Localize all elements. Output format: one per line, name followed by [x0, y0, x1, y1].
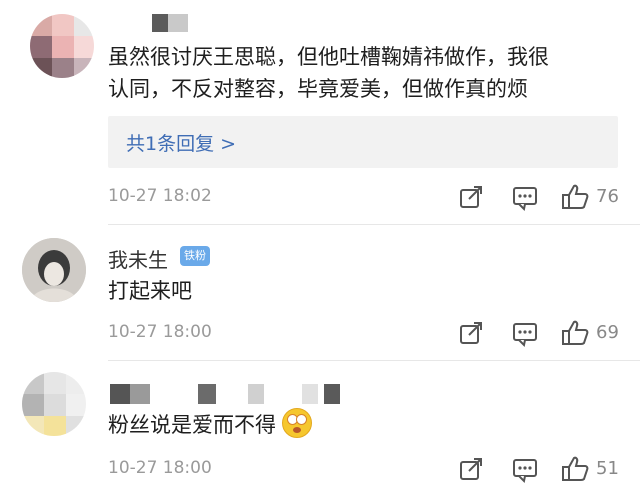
divider	[108, 224, 640, 225]
divider	[108, 360, 640, 361]
comment-item: 粉丝说是爱而不得 10-27 18:00 51	[0, 362, 640, 486]
thumbs-up-icon[interactable]	[560, 318, 590, 348]
share-icon[interactable]	[456, 182, 486, 212]
view-replies-link[interactable]: 共1条回复 >	[126, 129, 236, 156]
fan-badge: 铁粉	[180, 246, 210, 266]
comment-text-line-1: 虽然很讨厌王思聪，但他吐槽鞠婧祎做作，我很	[108, 45, 549, 69]
like-count: 69	[596, 322, 619, 343]
like-count: 51	[596, 458, 619, 479]
reply-box[interactable]: 共1条回复 >	[108, 116, 618, 168]
comment-time: 10-27 18:00	[108, 322, 212, 342]
astonished-face-emoji	[282, 408, 312, 438]
comment-text: 粉丝说是爱而不得	[108, 408, 312, 442]
comment-text-content: 粉丝说是爱而不得	[108, 413, 276, 437]
comment-text-line-2: 认同，不反对整容，毕竟爱美，但做作真的烦	[108, 77, 528, 101]
comment-icon[interactable]	[510, 182, 540, 212]
comment-text: 打起来吧	[108, 279, 192, 303]
avatar[interactable]	[22, 238, 86, 302]
comment-icon[interactable]	[510, 454, 540, 484]
blurred-username	[110, 384, 350, 404]
comment-time: 10-27 18:00	[108, 458, 212, 478]
avatar[interactable]	[22, 372, 86, 436]
thumbs-up-icon[interactable]	[560, 182, 590, 212]
comment-icon[interactable]	[510, 318, 540, 348]
blurred-username	[152, 14, 188, 32]
comment-item: 虽然很讨厌王思聪，但他吐槽鞠婧祎做作，我很 认同，不反对整容，毕竟爱美，但做作真…	[0, 0, 640, 226]
share-icon[interactable]	[456, 454, 486, 484]
comment-item: 我未生 铁粉 打起来吧 10-27 18:00 69	[0, 226, 640, 360]
avatar[interactable]	[30, 14, 94, 78]
share-icon[interactable]	[456, 318, 486, 348]
person-silhouette-icon	[22, 238, 86, 302]
username[interactable]: 我未生	[108, 244, 168, 273]
thumbs-up-icon[interactable]	[560, 454, 590, 484]
comment-time: 10-27 18:02	[108, 186, 212, 206]
like-count: 76	[596, 186, 619, 207]
